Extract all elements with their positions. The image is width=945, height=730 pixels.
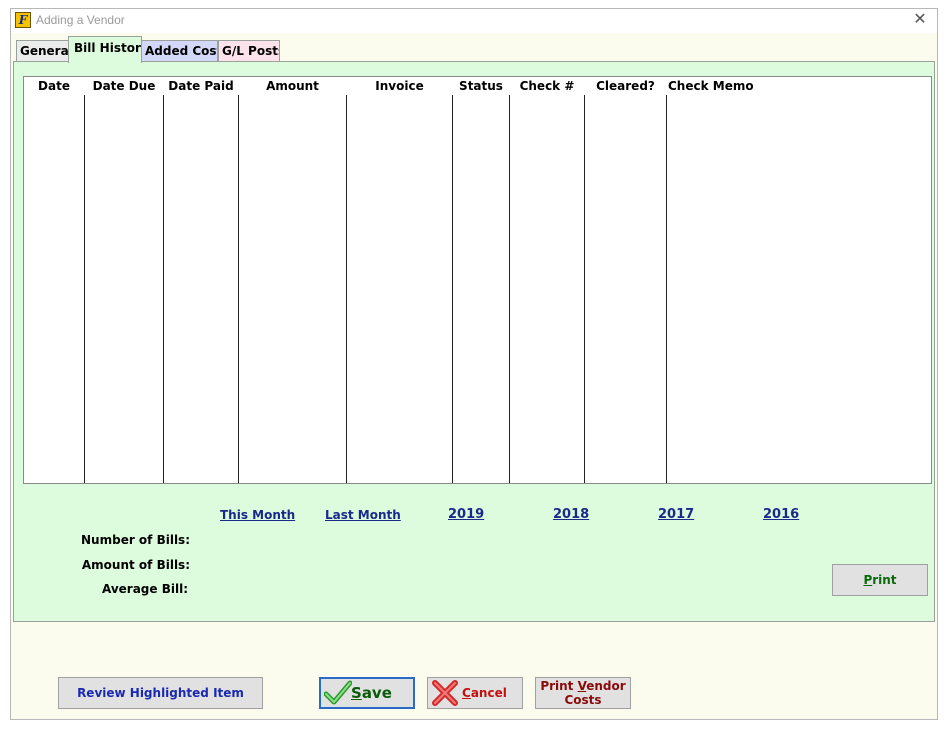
tab-general[interactable]: General bbox=[16, 40, 74, 62]
print-vendor-costs-label-a: Print bbox=[540, 679, 578, 693]
tab-bill-history-label: Bill History bbox=[74, 41, 142, 55]
print-vendor-costs-label-line2: Costs bbox=[564, 693, 602, 707]
column-cleared[interactable]: Cleared? bbox=[585, 77, 666, 483]
column-header[interactable]: Date bbox=[24, 79, 84, 93]
app-logo-icon: F bbox=[15, 12, 31, 28]
period-last-month[interactable]: Last Month bbox=[325, 508, 401, 522]
column-date-due[interactable]: Date Due bbox=[85, 77, 163, 483]
window-title: Adding a Vendor bbox=[36, 13, 125, 27]
save-button[interactable]: Save bbox=[319, 677, 415, 709]
print-vendor-costs-button[interactable]: Print Vendor Costs bbox=[535, 677, 631, 709]
column-header[interactable]: Check Memo bbox=[667, 79, 931, 93]
column-date-paid[interactable]: Date Paid bbox=[164, 77, 238, 483]
tab-bill-history[interactable]: Bill History bbox=[68, 36, 142, 63]
cancel-button-label: ancel bbox=[470, 686, 507, 700]
column-check-number[interactable]: Check # bbox=[510, 77, 584, 483]
review-highlighted-item-button[interactable]: Review Highlighted Item bbox=[58, 677, 263, 709]
bill-history-panel: Date Date Due Date Paid Amount Invoice S… bbox=[13, 61, 935, 622]
column-header[interactable]: Check # bbox=[510, 79, 584, 93]
period-2017[interactable]: 2017 bbox=[658, 507, 694, 522]
save-button-hotkey: S bbox=[351, 684, 362, 702]
period-2019[interactable]: 2019 bbox=[448, 507, 484, 522]
tab-added-costs[interactable]: Added Costs bbox=[141, 40, 218, 62]
column-date[interactable]: Date bbox=[24, 77, 84, 483]
cancel-button[interactable]: Cancel bbox=[427, 677, 523, 709]
print-button-label: rint bbox=[872, 573, 897, 587]
close-icon[interactable]: ✕ bbox=[911, 11, 929, 29]
bill-history-grid[interactable]: Date Date Due Date Paid Amount Invoice S… bbox=[23, 76, 932, 484]
cancel-button-hotkey: C bbox=[462, 686, 471, 700]
number-of-bills-label: Number of Bills: bbox=[81, 533, 190, 547]
average-bill-label: Average Bill: bbox=[101, 582, 188, 596]
print-button-hotkey: P bbox=[863, 573, 873, 587]
amount-of-bills-label: Amount of Bills: bbox=[81, 558, 190, 572]
cancel-x-icon bbox=[432, 680, 458, 706]
column-header[interactable]: Amount bbox=[239, 79, 346, 93]
print-vendor-costs-label-b: endor bbox=[586, 679, 626, 693]
print-vendor-costs-hotkey: V bbox=[577, 679, 587, 693]
save-button-label: ave bbox=[361, 684, 392, 702]
print-button[interactable]: Print bbox=[832, 564, 928, 596]
period-2016[interactable]: 2016 bbox=[763, 507, 799, 522]
column-status[interactable]: Status bbox=[453, 77, 509, 483]
column-header[interactable]: Invoice bbox=[347, 79, 452, 93]
column-amount[interactable]: Amount bbox=[239, 77, 346, 483]
period-this-month[interactable]: This Month bbox=[220, 508, 295, 522]
checkmark-icon bbox=[324, 680, 352, 705]
title-bar: F Adding a Vendor ✕ bbox=[11, 9, 937, 33]
period-2018[interactable]: 2018 bbox=[553, 507, 589, 522]
column-header[interactable]: Status bbox=[453, 79, 509, 93]
column-invoice[interactable]: Invoice bbox=[347, 77, 452, 483]
column-header[interactable]: Date Paid bbox=[164, 79, 238, 93]
column-header[interactable]: Cleared? bbox=[585, 79, 666, 93]
column-check-memo[interactable]: Check Memo bbox=[667, 77, 931, 483]
column-header[interactable]: Date Due bbox=[85, 79, 163, 93]
vendor-window: F Adding a Vendor ✕ General Added Costs … bbox=[10, 8, 938, 720]
tab-gl-posts[interactable]: G/L Posts bbox=[218, 40, 280, 62]
